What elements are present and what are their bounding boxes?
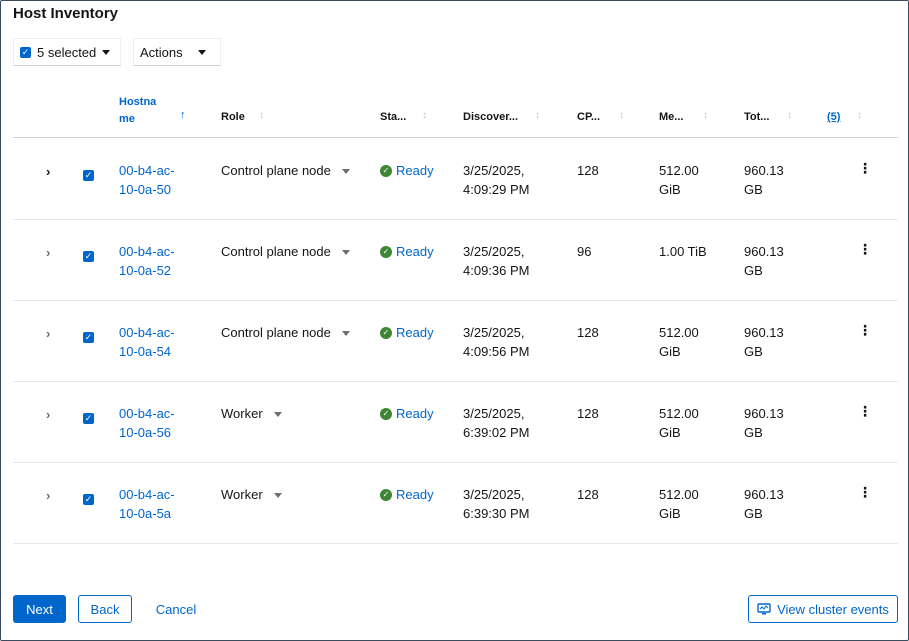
sort-icon[interactable]: ↕ (857, 111, 862, 121)
sort-ascending-icon[interactable]: ↑ (180, 110, 186, 121)
column-header-discovered[interactable]: Discover... (463, 111, 518, 123)
bulk-select-label: 5 selected (37, 44, 97, 60)
chevron-right-icon[interactable]: › (46, 407, 50, 422)
hostname-link[interactable]: 00-b4-ac- 10-0a-54 (119, 323, 175, 361)
row-checkbox[interactable]: ✓ (83, 494, 94, 505)
check-circle-icon: ✓ (380, 245, 392, 258)
total-storage-cell: 960.13 GB (744, 325, 784, 359)
column-header-hostname[interactable]: Hostna me (119, 94, 159, 128)
row-checkbox[interactable]: ✓ (83, 170, 94, 181)
discovered-cell: 3/25/2025, 6:39:30 PM (463, 487, 530, 521)
hostname-link[interactable]: 00-b4-ac- 10-0a-50 (119, 161, 175, 199)
chevron-right-icon[interactable]: › (46, 164, 50, 179)
cpu-cell: 96 (577, 244, 592, 259)
discovered-cell: 3/25/2025, 4:09:36 PM (463, 244, 530, 278)
table-row: › ✓ 00-b4-ac- 10-0a-5a Worker ✓ Ready 3/… (13, 463, 898, 544)
sort-icon[interactable]: ↕ (787, 111, 792, 121)
total-storage-cell: 960.13 GB (744, 406, 784, 440)
bulk-select-checkbox[interactable]: ✓ (20, 46, 31, 58)
role-dropdown[interactable]: Worker (221, 404, 283, 423)
column-header-role[interactable]: Role (221, 111, 245, 123)
chevron-right-icon[interactable]: › (46, 245, 50, 260)
column-header-cpu[interactable]: CP... (577, 111, 600, 123)
check-circle-icon: ✓ (380, 407, 392, 420)
column-header-status[interactable]: Sta... (380, 111, 406, 123)
kebab-menu-icon[interactable]: ⋮ (858, 242, 872, 256)
table-row: › ✓ 00-b4-ac- 10-0a-54 Control plane nod… (13, 301, 898, 382)
cancel-button[interactable]: Cancel (148, 595, 204, 623)
cpu-cell: 128 (577, 325, 599, 340)
monitor-icon (757, 603, 771, 615)
chevron-right-icon[interactable]: › (46, 488, 50, 503)
table-row: › ✓ 00-b4-ac- 10-0a-56 Worker ✓ Ready 3/… (13, 382, 898, 463)
check-circle-icon: ✓ (380, 488, 392, 501)
kebab-menu-icon[interactable]: ⋮ (858, 404, 872, 418)
view-cluster-events-label: View cluster events (777, 601, 889, 617)
bulk-select-dropdown[interactable]: ✓ 5 selected (13, 38, 121, 66)
actions-dropdown[interactable]: Actions (133, 38, 221, 66)
caret-down-icon (198, 50, 206, 55)
row-checkbox[interactable]: ✓ (83, 332, 94, 343)
row-checkbox[interactable]: ✓ (83, 413, 94, 424)
check-circle-icon: ✓ (380, 326, 392, 339)
column-header-memory[interactable]: Me... (659, 111, 683, 123)
actions-label: Actions (140, 44, 183, 60)
kebab-menu-icon[interactable]: ⋮ (858, 161, 872, 175)
discovered-cell: 3/25/2025, 4:09:56 PM (463, 325, 530, 359)
memory-cell: 512.00 GiB (659, 487, 699, 521)
hostname-link[interactable]: 00-b4-ac- 10-0a-52 (119, 242, 175, 280)
sort-icon[interactable]: ↕ (422, 111, 427, 121)
table-row: › ✓ 00-b4-ac- 10-0a-52 Control plane nod… (13, 220, 898, 301)
hostname-link[interactable]: 00-b4-ac- 10-0a-5a (119, 485, 175, 523)
back-button[interactable]: Back (78, 595, 132, 623)
total-storage-cell: 960.13 GB (744, 163, 784, 197)
caret-down-icon (274, 493, 283, 499)
view-cluster-events-button[interactable]: View cluster events (748, 595, 898, 623)
status-badge[interactable]: ✓ Ready (380, 161, 434, 180)
row-checkbox[interactable]: ✓ (83, 251, 94, 262)
caret-down-icon (342, 169, 351, 175)
check-circle-icon: ✓ (380, 164, 392, 177)
sort-icon[interactable]: ↕ (703, 111, 708, 121)
memory-cell: 512.00 GiB (659, 163, 699, 197)
next-button[interactable]: Next (13, 595, 66, 623)
sort-icon[interactable]: ↕ (259, 111, 264, 121)
sort-icon[interactable]: ↕ (535, 111, 540, 121)
role-dropdown[interactable]: Control plane node (221, 323, 351, 342)
role-dropdown[interactable]: Control plane node (221, 161, 351, 180)
discovered-cell: 3/25/2025, 6:39:02 PM (463, 406, 530, 440)
discovered-cell: 3/25/2025, 4:09:29 PM (463, 163, 530, 197)
caret-down-icon (342, 250, 351, 256)
cpu-cell: 128 (577, 487, 599, 502)
status-badge[interactable]: ✓ Ready (380, 485, 434, 504)
status-badge[interactable]: ✓ Ready (380, 242, 434, 261)
hostname-link[interactable]: 00-b4-ac- 10-0a-56 (119, 404, 175, 442)
total-storage-cell: 960.13 GB (744, 487, 784, 521)
memory-cell: 1.00 TiB (659, 244, 707, 259)
caret-down-icon (102, 50, 110, 55)
caret-down-icon (342, 331, 351, 337)
column-management-link[interactable]: (5) (827, 111, 840, 123)
memory-cell: 512.00 GiB (659, 325, 699, 359)
memory-cell: 512.00 GiB (659, 406, 699, 440)
role-dropdown[interactable]: Control plane node (221, 242, 351, 261)
kebab-menu-icon[interactable]: ⋮ (858, 485, 872, 499)
cpu-cell: 128 (577, 163, 599, 178)
role-dropdown[interactable]: Worker (221, 485, 283, 504)
page-title: Host Inventory (13, 5, 119, 22)
cpu-cell: 128 (577, 406, 599, 421)
sort-icon[interactable]: ↕ (619, 111, 624, 121)
total-storage-cell: 960.13 GB (744, 244, 784, 278)
chevron-right-icon[interactable]: › (46, 326, 50, 341)
table-header: Hostna me ↑ Role ↕ Sta... ↕ Discover... … (13, 90, 898, 138)
kebab-menu-icon[interactable]: ⋮ (858, 323, 872, 337)
status-badge[interactable]: ✓ Ready (380, 323, 434, 342)
status-badge[interactable]: ✓ Ready (380, 404, 434, 423)
column-header-total-storage[interactable]: Tot... (744, 111, 769, 123)
table-row: › ✓ 00-b4-ac- 10-0a-50 Control plane nod… (13, 139, 898, 220)
caret-down-icon (274, 412, 283, 418)
